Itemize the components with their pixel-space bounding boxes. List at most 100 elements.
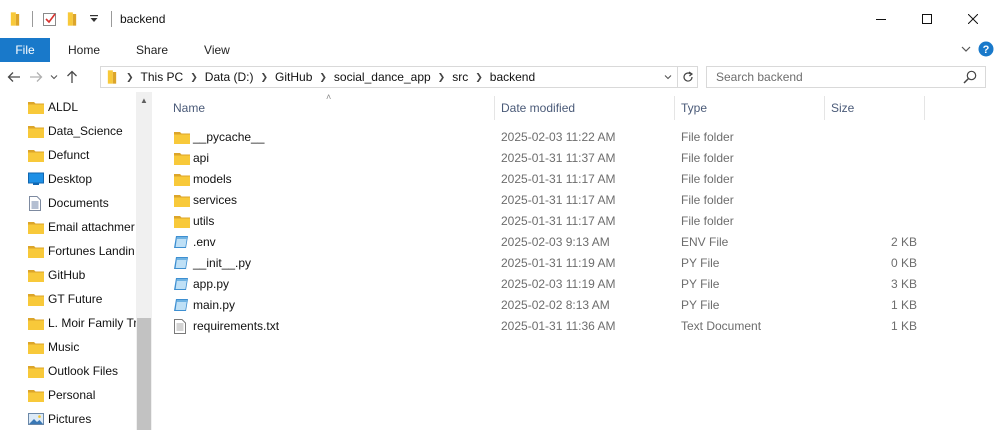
folder-icon (28, 268, 44, 285)
breadcrumb-this-pc[interactable]: This PC (141, 70, 184, 84)
column-divider[interactable] (494, 96, 495, 120)
breadcrumb-backend[interactable]: backend (490, 70, 535, 84)
file-row[interactable]: requirements.txt 2025-01-31 11:36 AM Text … (162, 315, 996, 336)
tab-home[interactable]: Home (50, 38, 118, 62)
close-button[interactable] (950, 0, 996, 38)
nav-item-desktop[interactable]: Desktop (0, 167, 136, 191)
file-row[interactable]: __pycache__ 2025-02-03 11:22 AM File folde… (162, 126, 996, 147)
column-header-type[interactable]: Type (681, 92, 707, 123)
file-row[interactable]: app.py 2025-02-03 11:19 AM PY File 3 KB (162, 273, 996, 294)
file-size (825, 189, 917, 210)
file-row[interactable]: api 2025-01-31 11:37 AM File folder (162, 147, 996, 168)
nav-item-label: L. Moir Family Tr (48, 316, 136, 330)
nav-item-fortunes-landin[interactable]: Fortunes Landin (0, 239, 136, 263)
help-button[interactable]: ? (978, 41, 994, 60)
nav-item-gt-future[interactable]: GT Future (0, 287, 136, 311)
nav-item-documents[interactable]: Documents (0, 191, 136, 215)
file-row[interactable]: .env 2025-02-03 9:13 AM ENV File 2 KB (162, 231, 996, 252)
breadcrumb-github[interactable]: GitHub (275, 70, 312, 84)
pictures-icon (28, 412, 44, 429)
script-file-icon (174, 277, 190, 294)
nav-item-music[interactable]: Music (0, 335, 136, 359)
column-header-name[interactable]: Name (173, 92, 205, 123)
chevron-right-icon[interactable]: ❯ (438, 72, 446, 83)
customize-toolbar-dropdown-icon[interactable] (83, 8, 105, 30)
chevron-right-icon[interactable]: ❯ (126, 72, 134, 83)
column-divider[interactable] (924, 96, 925, 120)
new-folder-icon[interactable] (61, 8, 83, 30)
chevron-down-icon (664, 75, 672, 80)
arrow-left-icon (7, 72, 20, 82)
back-button[interactable] (3, 66, 25, 88)
nav-item-label: Music (48, 340, 80, 354)
nav-item-email-attachmer[interactable]: Email attachmer (0, 215, 136, 239)
up-button[interactable] (61, 66, 83, 88)
navigation-pane-scrollbar[interactable]: ▲ (136, 92, 152, 430)
file-date-modified: 2025-01-31 11:19 AM (501, 255, 616, 270)
file-row[interactable]: __init__.py 2025-01-31 11:19 AM PY File 0 K… (162, 252, 996, 273)
file-size: 2 KB (890, 234, 917, 249)
breadcrumb-src[interactable]: src (452, 70, 468, 84)
nav-item-personal[interactable]: Personal (0, 383, 136, 407)
nav-item-outlook-files[interactable]: Outlook Files (0, 359, 136, 383)
tab-file[interactable]: File (0, 38, 50, 62)
file-size: 0 KB (890, 255, 917, 270)
folder-icon (28, 292, 44, 309)
file-name: __pycache__ (193, 129, 265, 144)
file-type: File folder (681, 171, 734, 186)
file-row[interactable]: services 2025-01-31 11:17 AM File folder (162, 189, 996, 210)
nav-item-label: Email attachmer (48, 220, 135, 234)
folder-icon (28, 244, 44, 261)
folder-icon (174, 130, 190, 147)
scroll-up-arrow-icon[interactable]: ▲ (136, 92, 152, 109)
chevron-right-icon[interactable]: ❯ (260, 72, 268, 83)
scrollbar-thumb[interactable] (137, 318, 151, 430)
column-divider[interactable] (674, 96, 675, 120)
maximize-button[interactable] (904, 0, 950, 38)
file-row[interactable]: main.py 2025-02-02 8:13 AM PY File 1 KB (162, 294, 996, 315)
file-type: File folder (681, 213, 734, 228)
breadcrumb-social-dance-app[interactable]: social_dance_app (334, 70, 431, 84)
search-icon[interactable] (963, 70, 977, 87)
chevron-right-icon[interactable]: ❯ (190, 72, 198, 83)
address-history-dropdown[interactable] (659, 67, 677, 87)
folder-icon[interactable] (4, 8, 26, 30)
nav-item-aldl[interactable]: ALDL (0, 95, 136, 119)
window-title: backend (120, 12, 166, 26)
tab-share[interactable]: Share (118, 38, 186, 62)
nav-item-l-moir-family-tr[interactable]: L. Moir Family Tr (0, 311, 136, 335)
chevron-right-icon[interactable]: ❯ (475, 72, 483, 83)
script-file-icon (174, 235, 190, 252)
properties-icon[interactable] (39, 8, 61, 30)
refresh-button[interactable] (677, 67, 697, 87)
file-type: Text Document (681, 318, 762, 333)
tab-view[interactable]: View (186, 38, 248, 62)
column-header-size[interactable]: Size (831, 92, 854, 123)
breadcrumb-data-drive[interactable]: Data (D:) (205, 70, 254, 84)
chevron-right-icon[interactable]: ❯ (319, 72, 327, 83)
folder-icon (28, 124, 44, 141)
address-bar[interactable]: ❯ This PC ❯ Data (D:) ❯ GitHub ❯ social_… (100, 66, 698, 88)
file-date-modified: 2025-02-02 8:13 AM (501, 297, 610, 312)
file-size (825, 147, 917, 168)
folder-icon (28, 316, 44, 333)
file-row[interactable]: models 2025-01-31 11:17 AM File folder (162, 168, 996, 189)
nav-item-label: Outlook Files (48, 364, 119, 378)
minimize-button[interactable] (858, 0, 904, 38)
expand-ribbon-button[interactable] (960, 43, 972, 58)
search-input[interactable] (707, 70, 957, 84)
forward-button[interactable] (25, 66, 47, 88)
column-divider[interactable] (824, 96, 825, 120)
file-date-modified: 2025-01-31 11:37 AM (501, 150, 616, 165)
nav-item-label: Fortunes Landin (48, 244, 135, 258)
recent-locations-button[interactable] (47, 66, 61, 88)
nav-item-label: Documents (48, 196, 109, 210)
file-name: utils (193, 213, 215, 228)
nav-item-github[interactable]: GitHub (0, 263, 136, 287)
nav-item-data-science[interactable]: Data_Science (0, 119, 136, 143)
nav-item-defunct[interactable]: Defunct (0, 143, 136, 167)
chevron-down-icon (961, 46, 971, 52)
nav-item-pictures[interactable]: Pictures (0, 407, 136, 430)
column-header-date-modified[interactable]: Date modified (501, 92, 575, 123)
file-row[interactable]: utils 2025-01-31 11:17 AM File folder (162, 210, 996, 231)
